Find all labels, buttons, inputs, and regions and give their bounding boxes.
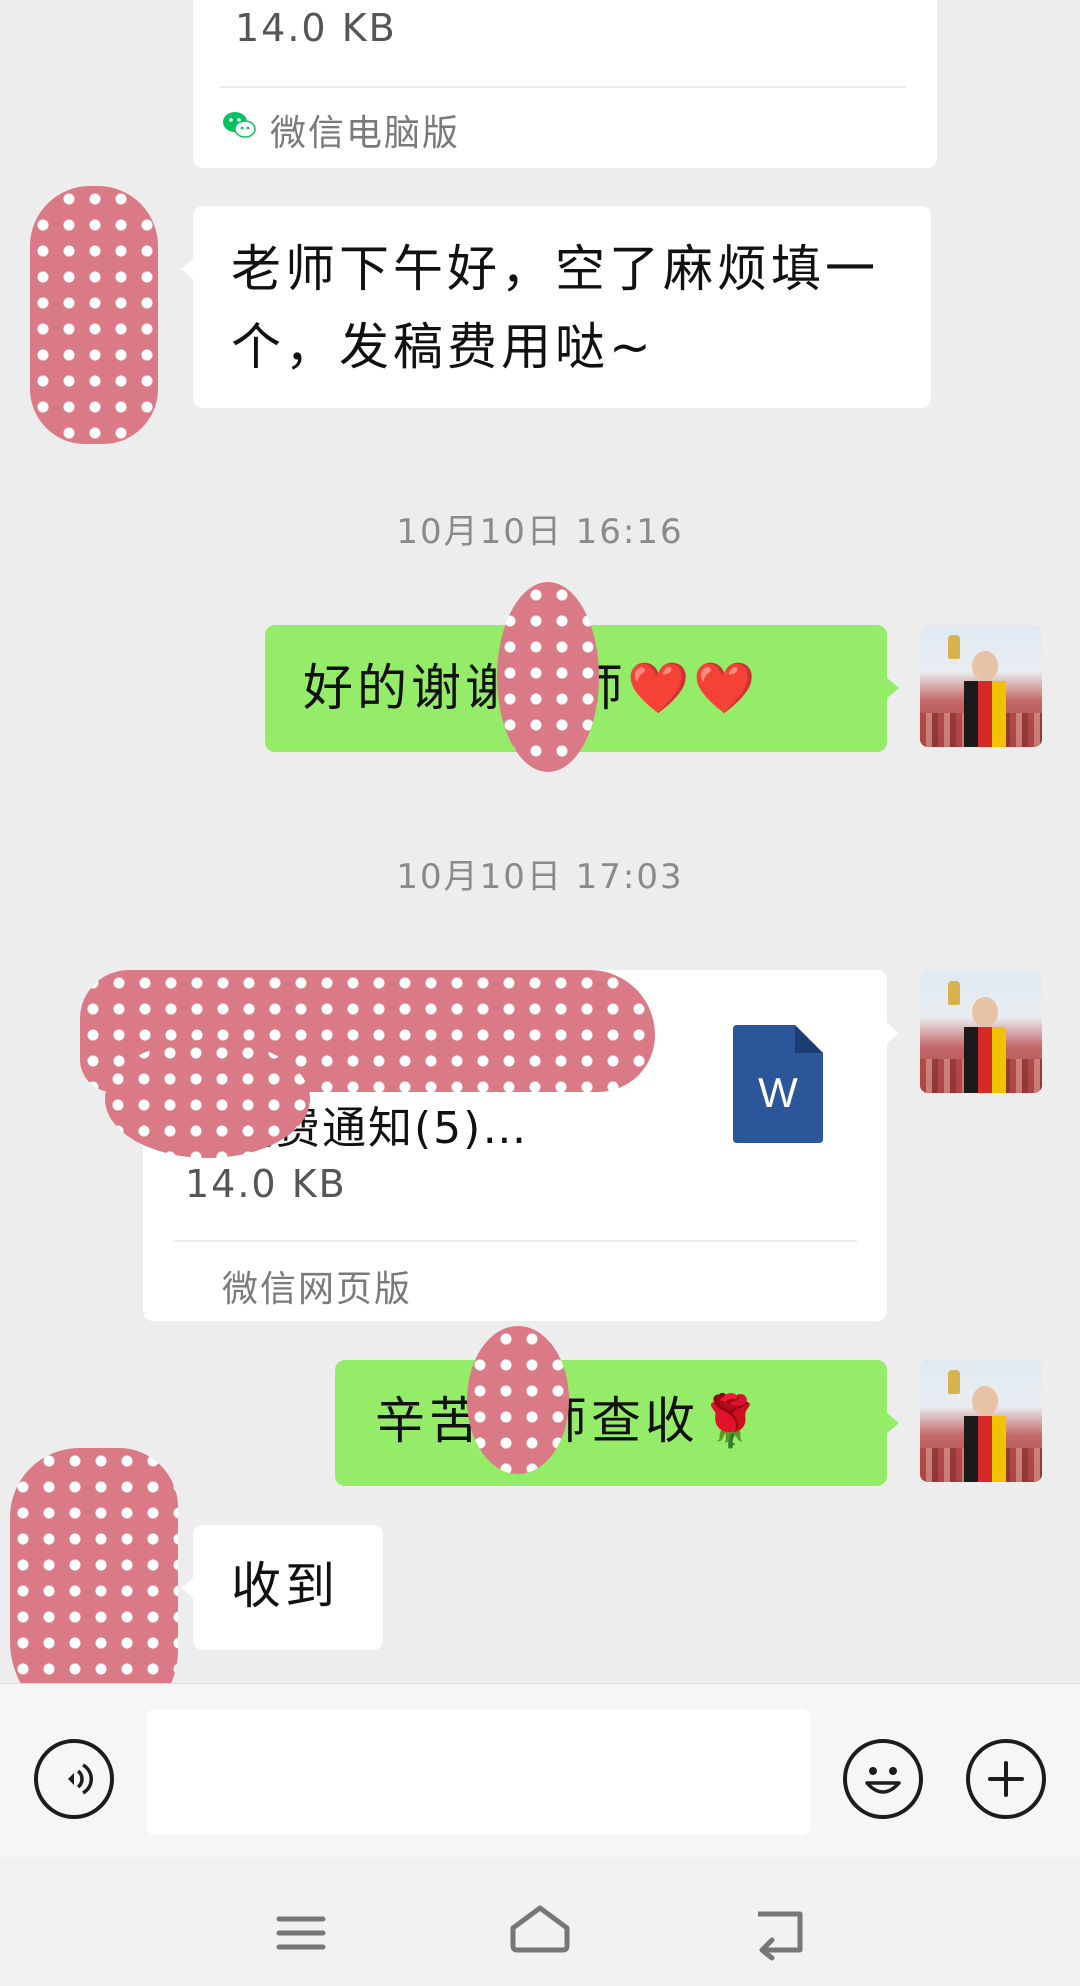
timestamp-2: 10月10日 17:03 [396, 857, 684, 897]
file-size: 14.0 KB [185, 1162, 347, 1206]
top-file-size: 14.0 KB [235, 6, 397, 50]
incoming-message-1: 老师下午好，空了麻烦填一个，发稿费用哒~ [231, 240, 879, 376]
timestamp-1: 10月10日 16:16 [396, 512, 684, 552]
outgoing-message-2: 辛苦老师查收🌹 [375, 1392, 766, 1450]
message-input[interactable] [147, 1709, 810, 1835]
plus-icon [988, 1761, 1024, 1797]
incoming-bubble-2[interactable]: 收到 [181, 1525, 383, 1650]
top-file-divider [220, 86, 906, 88]
word-icon-letter: W [758, 1069, 798, 1116]
input-bar [0, 1683, 1080, 1859]
my-avatar[interactable] [920, 1360, 1042, 1482]
my-avatar[interactable] [920, 625, 1042, 747]
file-source: 微信网页版 [222, 1269, 413, 1310]
my-avatar[interactable] [920, 971, 1042, 1093]
outgoing-bubble-2[interactable]: 辛苦老师查收🌹 [335, 1360, 899, 1486]
voice-icon [68, 1763, 93, 1795]
redacted-name-2 [467, 1326, 569, 1474]
system-nav-bar [0, 1858, 1080, 1986]
redacted-avatar [30, 186, 158, 444]
wechat-icon [222, 110, 256, 140]
word-file-icon: W [733, 1025, 823, 1143]
emoji-icon [865, 1767, 901, 1794]
back-icon[interactable] [750, 1902, 810, 1962]
home-icon[interactable] [505, 1898, 575, 1958]
file-divider [173, 1240, 857, 1242]
incoming-bubble-1[interactable]: 老师下午好，空了麻烦填一个，发稿费用哒~ [181, 206, 931, 408]
plus-button[interactable] [966, 1739, 1046, 1819]
redacted-name [497, 582, 599, 772]
menu-icon[interactable] [271, 1903, 331, 1963]
top-file-source: 微信电脑版 [270, 113, 461, 154]
incoming-message-2: 收到 [231, 1557, 339, 1615]
emoji-button[interactable] [843, 1739, 923, 1819]
voice-button[interactable] [34, 1739, 114, 1819]
redacted-file-title-2 [105, 1040, 310, 1158]
